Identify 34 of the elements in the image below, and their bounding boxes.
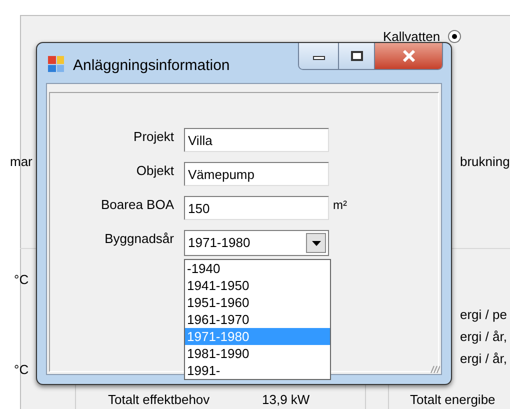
total-label: Totalt energibe: [410, 391, 496, 409]
background-label: °C: [14, 361, 29, 379]
dropdown-option[interactable]: 1951-1960: [185, 294, 330, 311]
close-button[interactable]: [375, 43, 442, 69]
input-field[interactable]: Vämepump: [184, 162, 329, 186]
background-label: ergi / pe: [460, 306, 507, 324]
app-icon: [48, 56, 64, 72]
unit-label: m²: [333, 197, 347, 214]
background-label: ergi / år,: [460, 328, 507, 346]
input-field[interactable]: 150: [184, 196, 329, 220]
dropdown-option[interactable]: -1940: [185, 260, 330, 277]
radio-label: Kallvatten: [383, 28, 440, 46]
field-label: Objekt: [135, 162, 174, 180]
field-label: Byggnadsår: [104, 230, 174, 248]
background-label: mar: [10, 153, 32, 171]
background-label: ergi / år,: [460, 350, 507, 368]
dropdown-option[interactable]: 1991-: [185, 362, 330, 379]
minimize-icon: [312, 56, 324, 60]
window-title: Anläggningsinformation: [73, 56, 230, 76]
minimize-button[interactable]: [299, 43, 339, 69]
maximize-button[interactable]: [339, 43, 375, 69]
total-value: 13,9 kW: [262, 391, 310, 409]
dropdown-option[interactable]: 1961-1970: [185, 311, 330, 328]
background-label: brukning: [460, 153, 510, 171]
background-label: °C: [14, 271, 29, 289]
dropdown-option[interactable]: 1941-1950: [185, 277, 330, 294]
total-label: Totalt effektbehov: [108, 391, 210, 409]
dropdown-option[interactable]: 1981-1990: [185, 345, 330, 362]
input-field[interactable]: Villa: [184, 128, 329, 152]
field-label: Boarea BOA: [100, 196, 174, 214]
maximize-icon: [350, 51, 362, 61]
close-icon: [402, 50, 416, 62]
dropdown-field[interactable]: 1971-1980: [184, 230, 329, 256]
field-label: Projekt: [132, 128, 174, 146]
